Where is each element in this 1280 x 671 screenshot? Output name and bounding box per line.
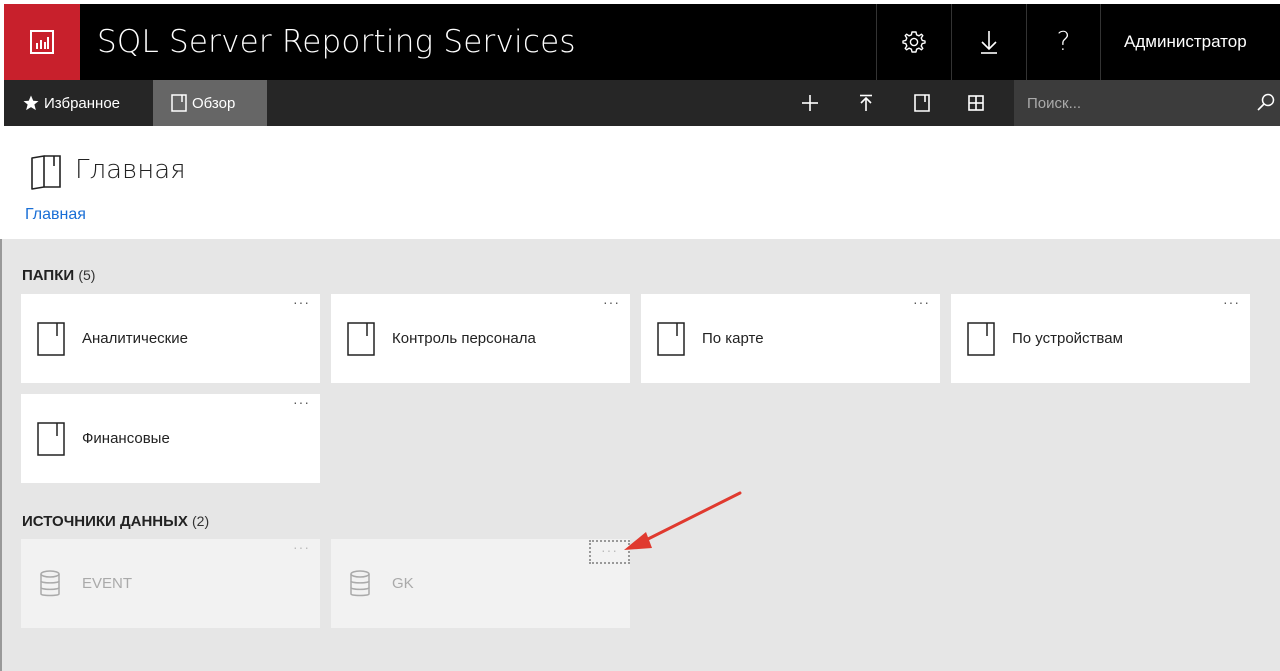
folders-count: (5) xyxy=(78,267,96,283)
database-icon xyxy=(40,570,60,597)
page-header: Главная Главная xyxy=(0,126,1280,239)
folders-section-title: ПАПКИ (5) xyxy=(22,267,95,284)
folder-open-icon xyxy=(31,155,61,190)
folder-tile-label: Финансовые xyxy=(82,430,170,447)
ssrs-logo[interactable] xyxy=(4,4,80,80)
download-icon xyxy=(981,31,997,54)
view-tiles-button[interactable] xyxy=(956,80,996,126)
search-input[interactable] xyxy=(1014,80,1244,126)
breadcrumb-home-link[interactable]: Главная xyxy=(25,206,86,224)
datasources-count: (2) xyxy=(192,513,210,529)
folder-icon xyxy=(37,322,65,356)
upload-button[interactable] xyxy=(846,80,886,126)
new-item-button[interactable] xyxy=(790,80,830,126)
more-options-button[interactable]: ··· xyxy=(293,394,310,410)
content-area: ПАПКИ (5) Аналитические ··· Контроль пер… xyxy=(0,239,1280,671)
folder-tile[interactable]: Контроль персонала ··· xyxy=(331,294,630,383)
folder-icon xyxy=(347,322,375,356)
download-button[interactable] xyxy=(951,4,1026,80)
folder-tile[interactable]: По карте ··· xyxy=(641,294,940,383)
help-button[interactable]: ? xyxy=(1026,4,1100,80)
top-bar: SQL Server Reporting Services ? Админист… xyxy=(0,0,1280,80)
document-icon xyxy=(914,94,930,112)
folder-tile-label: Контроль персонала xyxy=(392,330,536,347)
search-icon[interactable] xyxy=(1256,92,1276,112)
folder-tile-label: По устройствам xyxy=(1012,330,1123,347)
more-options-button[interactable]: ··· xyxy=(1223,294,1240,310)
datasource-tile-label: EVENT xyxy=(82,575,133,592)
view-details-button[interactable] xyxy=(902,80,942,126)
folder-tile-label: Аналитические xyxy=(82,330,188,347)
tab-favorites-label: Избранное xyxy=(44,94,121,112)
folder-icon xyxy=(171,94,187,112)
database-icon xyxy=(350,570,370,597)
datasources-title: ИСТОЧНИКИ ДАННЫХ xyxy=(22,513,188,530)
folder-tile-label: По карте xyxy=(702,330,764,347)
upload-icon xyxy=(860,94,872,111)
page-title: Главная xyxy=(75,155,186,185)
report-chart-icon xyxy=(30,30,54,54)
more-options-button[interactable]: ··· xyxy=(293,294,310,310)
gear-icon xyxy=(902,31,926,53)
tab-browse[interactable]: Обзор xyxy=(153,80,267,126)
datasource-tile[interactable]: EVENT ··· xyxy=(21,539,320,628)
more-options-button[interactable]: ··· xyxy=(603,294,620,310)
app-title: SQL Server Reporting Services xyxy=(97,24,576,60)
search-box xyxy=(1014,80,1280,126)
more-options-button[interactable]: ··· xyxy=(293,539,310,555)
folder-icon xyxy=(967,322,995,356)
folder-icon xyxy=(657,322,685,356)
grid-icon xyxy=(968,95,984,111)
user-menu-button[interactable]: Администратор xyxy=(1100,4,1280,80)
folder-tile[interactable]: По устройствам ··· xyxy=(951,294,1250,383)
folder-icon xyxy=(37,422,65,456)
folder-tile[interactable]: Финансовые ··· xyxy=(21,394,320,483)
tab-browse-label: Обзор xyxy=(192,94,236,112)
datasource-tile-label: GK xyxy=(392,575,414,592)
datasource-tile[interactable]: GK ··· xyxy=(331,539,630,628)
tab-favorites[interactable]: Избранное xyxy=(4,80,157,126)
annotation-arrow-icon xyxy=(624,491,742,550)
settings-button[interactable] xyxy=(876,4,951,80)
plus-icon xyxy=(802,95,818,111)
star-icon xyxy=(23,95,39,111)
folder-tile[interactable]: Аналитические ··· xyxy=(21,294,320,383)
folders-title: ПАПКИ xyxy=(22,267,75,284)
datasources-section-title: ИСТОЧНИКИ ДАННЫХ (2) xyxy=(22,513,209,530)
sub-nav: Избранное Обзор xyxy=(0,80,1280,126)
more-options-button[interactable]: ··· xyxy=(913,294,930,310)
